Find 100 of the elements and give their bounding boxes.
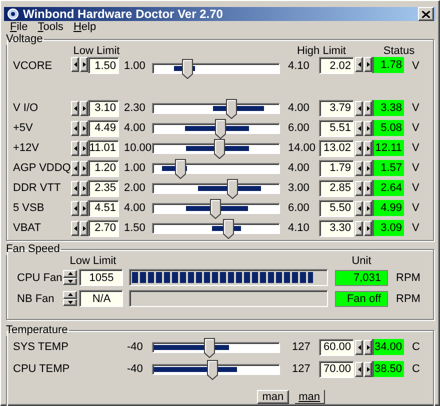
status-reading: 5.08 [372, 120, 404, 136]
slider-thumb[interactable] [174, 158, 186, 178]
low-limit-field[interactable]: 4.51 [88, 200, 119, 216]
low-limit-field[interactable]: 1055 [79, 269, 123, 286]
menu-item[interactable]: Help [68, 21, 102, 33]
increase-button[interactable] [364, 362, 372, 376]
high-limit-field[interactable]: 5.51 [319, 120, 354, 136]
increase-button[interactable] [80, 160, 88, 176]
increase-button[interactable] [80, 100, 88, 116]
decrease-button[interactable] [355, 160, 363, 176]
sensor-label: CPU TEMP [12, 363, 70, 375]
increase-button[interactable] [80, 57, 88, 72]
slider-thumb[interactable] [182, 59, 193, 79]
slider-thumb[interactable] [207, 360, 218, 380]
increase-button[interactable] [80, 140, 88, 156]
left-arrow-icon [358, 166, 360, 170]
right-arrow-icon [366, 186, 370, 190]
slider-thumb[interactable] [204, 338, 215, 358]
up-arrow-icon [68, 293, 72, 296]
decrease-button[interactable] [355, 340, 363, 354]
decrease-button[interactable] [355, 220, 363, 236]
increase-button[interactable] [80, 120, 88, 136]
right-arrow-icon [366, 62, 370, 67]
decrease-button[interactable] [355, 57, 363, 72]
sensor-label: AGP VDDQ [12, 162, 71, 174]
high-limit-field[interactable]: 70.00 [319, 360, 354, 378]
sensor-label: VCORE [12, 60, 52, 72]
decrease-button[interactable] [355, 200, 363, 216]
increase-button[interactable] [364, 160, 372, 176]
slider-thumb[interactable] [215, 118, 226, 138]
increase-button[interactable] [364, 180, 372, 196]
status-reading: 34.00 [372, 339, 404, 355]
slider-thumb[interactable] [210, 198, 221, 218]
man-button[interactable]: man [257, 390, 289, 404]
decrease-button[interactable] [71, 120, 79, 136]
increase-button[interactable] [80, 200, 88, 216]
left-arrow-icon [74, 166, 76, 170]
decrease-button[interactable] [355, 120, 363, 136]
low-limit-field[interactable]: N/A [79, 290, 123, 307]
low-limit-field[interactable]: 1.50 [88, 57, 119, 74]
low-limit-field[interactable]: 3.10 [88, 100, 119, 116]
increase-button[interactable] [364, 100, 372, 116]
increase-button[interactable] [364, 57, 372, 72]
app-icon [7, 8, 19, 20]
decrease-button[interactable] [71, 140, 79, 156]
high-limit-field[interactable]: 3.30 [319, 220, 354, 236]
right-arrow-icon [82, 126, 86, 130]
high-limit-field[interactable]: 2.02 [319, 57, 354, 74]
increase-button[interactable] [80, 180, 88, 196]
right-arrow-icon [82, 186, 86, 190]
status-reading: 2.64 [372, 180, 404, 196]
decrease-button[interactable] [71, 200, 79, 216]
sensor-label: V I/O [12, 102, 38, 114]
left-arrow-icon [358, 366, 360, 372]
menu-item[interactable]: File [5, 21, 33, 33]
decrease-button[interactable] [71, 160, 79, 176]
decrease-button[interactable] [71, 100, 79, 116]
decrease-button[interactable] [355, 362, 363, 376]
status-reading: 3.09 [372, 220, 404, 236]
high-limit-field[interactable]: 60.00 [319, 338, 354, 356]
decrease-button[interactable] [71, 57, 79, 72]
increase-button[interactable] [364, 220, 372, 236]
menu-item[interactable]: Tools [32, 21, 68, 33]
decrease-button[interactable] [355, 140, 363, 156]
fan-label: CPU Fan [16, 272, 62, 284]
slider-thumb[interactable] [226, 98, 238, 118]
scale-min: -40 [126, 363, 143, 375]
decrease-button[interactable] [355, 100, 363, 116]
low-limit-field[interactable]: 1.20 [88, 160, 119, 176]
sensor-label: SYS TEMP [12, 341, 68, 353]
increase-button[interactable] [364, 120, 372, 136]
decrease-button[interactable] [71, 220, 79, 236]
increase-button[interactable] [364, 140, 372, 156]
spin-up-button[interactable] [63, 291, 77, 298]
increase-button[interactable] [364, 340, 372, 354]
spin-up-button[interactable] [63, 270, 77, 278]
slider-thumb[interactable] [223, 218, 234, 238]
fan-label: NB Fan [16, 292, 54, 304]
scale-min: 2.00 [123, 182, 146, 194]
low-limit-field[interactable]: 2.35 [88, 180, 119, 196]
close-button[interactable] [418, 7, 434, 21]
slider-thumb[interactable] [226, 178, 238, 198]
right-arrow-icon [366, 344, 370, 350]
high-limit-field[interactable]: 2.85 [319, 180, 354, 196]
low-limit-field[interactable]: 2.70 [88, 220, 119, 236]
decrease-button[interactable] [71, 180, 79, 196]
man-button[interactable]: man [294, 390, 325, 404]
high-limit-field[interactable]: 5.50 [319, 200, 354, 216]
increase-button[interactable] [80, 220, 88, 236]
slider-thumb[interactable] [214, 138, 225, 158]
decrease-button[interactable] [355, 180, 363, 196]
right-arrow-icon [366, 226, 370, 230]
increase-button[interactable] [364, 200, 372, 216]
high-limit-field[interactable]: 13.02 [319, 140, 354, 156]
high-limit-field[interactable]: 3.79 [319, 100, 354, 116]
left-arrow-icon [358, 106, 360, 110]
low-limit-field[interactable]: 4.49 [88, 120, 119, 136]
high-limit-field[interactable]: 1.79 [319, 160, 354, 176]
down-arrow-icon [68, 300, 72, 304]
low-limit-field[interactable]: 11.01 [88, 140, 119, 156]
